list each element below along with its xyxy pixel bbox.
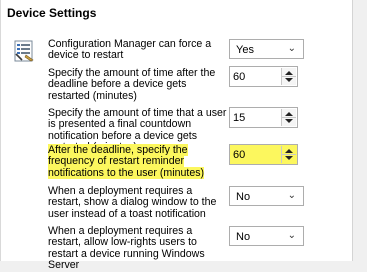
spin-buttons[interactable] [281, 109, 296, 126]
low-rights-restart-dropdown[interactable]: No ⌄ [229, 226, 304, 246]
dialog-instead-of-toast-dropdown[interactable]: No ⌄ [229, 186, 304, 206]
setting-label-force-restart: Configuration Manager can force a device… [48, 38, 212, 62]
spin-down-icon[interactable] [285, 78, 293, 82]
setting-label-dialog-instead-of-toast: When a deployment requires a restart, sh… [48, 185, 217, 220]
panel-left-border [0, 0, 1, 261]
spin-divider [282, 154, 296, 155]
chevron-down-icon: ⌄ [287, 230, 296, 241]
spin-down-icon[interactable] [285, 156, 293, 160]
spin-divider [282, 76, 296, 77]
dropdown-value: No [236, 191, 251, 203]
chevron-down-icon: ⌄ [287, 190, 296, 201]
setting-label-reminder-frequency: After the deadline, specify the frequenc… [48, 144, 228, 179]
highlighted-text: After the deadline, specify the frequenc… [48, 144, 205, 179]
settings-list-icon [13, 40, 35, 62]
setting-label-low-rights-restart: When a deployment requires a restart, al… [48, 225, 205, 272]
chevron-down-icon: ⌄ [287, 43, 296, 54]
force-restart-dropdown[interactable]: Yes ⌄ [229, 39, 304, 59]
spin-up-icon[interactable] [285, 112, 293, 116]
spinner-value: 60 [233, 149, 246, 161]
section-title: Device Settings [7, 6, 97, 20]
dropdown-value: Yes [236, 44, 254, 56]
spin-divider [282, 117, 296, 118]
deadline-restart-time-spinner[interactable]: 60 [229, 66, 298, 87]
spinner-value: 60 [233, 71, 246, 83]
spin-buttons[interactable] [281, 146, 296, 163]
spinner-value: 15 [233, 112, 246, 124]
dropdown-value: No [236, 231, 251, 243]
spin-buttons[interactable] [281, 68, 296, 85]
spin-down-icon[interactable] [285, 119, 293, 123]
final-countdown-spinner[interactable]: 15 [229, 107, 298, 128]
setting-label-deadline-restart-time: Specify the amount of time after the dea… [48, 67, 216, 102]
reminder-frequency-spinner[interactable]: 60 [229, 144, 298, 165]
window-background-strip [353, 0, 367, 261]
spin-up-icon[interactable] [285, 71, 293, 75]
device-settings-panel: Device Settings Configuration Manager ca… [0, 0, 353, 271]
spin-up-icon[interactable] [285, 149, 293, 153]
